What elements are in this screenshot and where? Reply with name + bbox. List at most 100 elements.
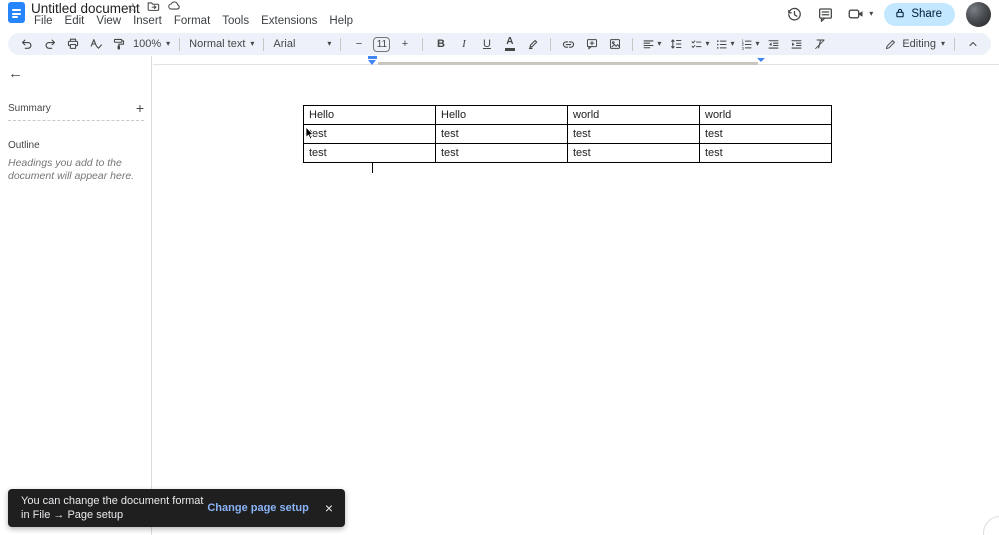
toolbar-divider: [954, 38, 955, 51]
spell-check-icon[interactable]: [87, 35, 104, 53]
menu-view[interactable]: View: [90, 14, 127, 28]
header-right-actions: ▾ Share: [784, 0, 991, 28]
underline-button[interactable]: U: [478, 35, 495, 53]
table-cell[interactable]: world: [700, 106, 832, 125]
left-indent-marker[interactable]: [368, 60, 376, 65]
zoom-value: 100%: [133, 38, 161, 50]
text-color-glyph: A: [506, 37, 513, 47]
table-row: test test test test: [304, 125, 832, 144]
close-sidebar-arrow-icon[interactable]: ←: [8, 66, 23, 82]
table-cell[interactable]: test: [568, 144, 700, 163]
page-setup-toast: You can change the document format in Fi…: [8, 489, 345, 527]
hide-menus-button[interactable]: [964, 35, 981, 53]
redo-icon[interactable]: [41, 35, 58, 53]
table-cell[interactable]: world: [568, 106, 700, 125]
insert-link-icon[interactable]: [560, 35, 577, 53]
summary-section: Summary +: [8, 101, 144, 115]
menu-extensions[interactable]: Extensions: [255, 14, 323, 28]
menu-format[interactable]: Format: [168, 14, 216, 28]
increase-font-size-button[interactable]: +: [396, 35, 413, 53]
explore-button[interactable]: [983, 516, 999, 535]
outline-empty-hint: Headings you add to the document will ap…: [8, 157, 144, 183]
table-cell[interactable]: test: [700, 144, 832, 163]
text-color-button[interactable]: A: [501, 35, 518, 53]
account-avatar[interactable]: [966, 2, 991, 27]
table-cell[interactable]: test: [436, 125, 568, 144]
bold-button[interactable]: B: [432, 35, 449, 53]
svg-text:3: 3: [742, 45, 745, 50]
toast-message: You can change the document format in Fi…: [21, 494, 207, 522]
sidebar-divider: [8, 120, 144, 121]
text-cursor: [372, 163, 373, 173]
outline-sidebar: ← Summary + Outline Headings you add to …: [0, 56, 152, 535]
version-history-icon[interactable]: [784, 4, 804, 24]
toolbar-divider: [179, 38, 180, 51]
comments-icon[interactable]: [815, 4, 835, 24]
paragraph-style-select[interactable]: Normal text ▾: [189, 38, 254, 50]
change-page-setup-button[interactable]: Change page setup: [207, 502, 308, 514]
first-line-indent-marker[interactable]: [368, 56, 377, 59]
italic-button[interactable]: I: [455, 35, 472, 53]
editing-mode-label: Editing: [902, 38, 936, 50]
paint-format-icon[interactable]: [110, 35, 127, 53]
chevron-down-icon: ▾: [705, 40, 709, 48]
toolbar-divider: [340, 38, 341, 51]
outline-label: Outline: [8, 140, 40, 151]
table-cell[interactable]: test: [304, 144, 436, 163]
join-call-control[interactable]: ▾: [846, 4, 873, 24]
font-select[interactable]: Arial ▾: [273, 38, 331, 50]
line-spacing-icon[interactable]: [667, 35, 684, 53]
menu-bar: File Edit View Insert Format Tools Exten…: [28, 14, 359, 28]
checklist-control[interactable]: ▾: [690, 35, 709, 53]
summary-label: Summary: [8, 103, 51, 114]
docs-logo-icon[interactable]: [8, 2, 25, 23]
mouse-pointer-icon: [305, 126, 317, 141]
numbered-list-control[interactable]: 1 2 3 ▾: [740, 35, 759, 53]
table-row: Hello Hello world world: [304, 106, 832, 125]
table-cell[interactable]: test: [304, 125, 436, 144]
toolbar-divider: [422, 38, 423, 51]
chevron-down-icon: ▾: [941, 40, 945, 48]
menu-insert[interactable]: Insert: [127, 14, 168, 28]
table-cell[interactable]: Hello: [304, 106, 436, 125]
table-cell[interactable]: test: [700, 125, 832, 144]
undo-icon[interactable]: [18, 35, 35, 53]
menu-help[interactable]: Help: [323, 14, 359, 28]
menu-file[interactable]: File: [28, 14, 59, 28]
paragraph-style-value: Normal text: [189, 38, 245, 50]
table-cell[interactable]: test: [568, 125, 700, 144]
toolbar-divider: [550, 38, 551, 51]
align-left-control[interactable]: ▾: [642, 35, 661, 53]
table-cell[interactable]: test: [436, 144, 568, 163]
menu-tools[interactable]: Tools: [216, 14, 255, 28]
decrease-indent-icon[interactable]: [765, 35, 782, 53]
menu-edit[interactable]: Edit: [59, 14, 91, 28]
add-comment-icon[interactable]: [583, 35, 600, 53]
close-icon[interactable]: ×: [325, 501, 333, 515]
font-value: Arial: [273, 38, 295, 50]
google-docs-window: Untitled document ☆ File Edit View Inser…: [0, 0, 999, 535]
video-camera-icon[interactable]: [846, 4, 866, 24]
chevron-down-icon[interactable]: ▾: [869, 10, 873, 18]
table-cell[interactable]: Hello: [436, 106, 568, 125]
toolbar: 100% ▾ Normal text ▾ Arial ▾ − 11 + B I …: [8, 33, 991, 55]
right-indent-marker[interactable]: [757, 58, 765, 62]
increase-indent-icon[interactable]: [788, 35, 805, 53]
chevron-down-icon: ▾: [657, 40, 661, 48]
insert-image-icon[interactable]: [606, 35, 623, 53]
share-button[interactable]: Share: [884, 3, 955, 26]
font-size-input[interactable]: 11: [373, 37, 390, 52]
decrease-font-size-button[interactable]: −: [350, 35, 367, 53]
document-table[interactable]: Hello Hello world world test test test t…: [303, 105, 832, 163]
share-button-label: Share: [911, 8, 942, 20]
highlight-color-icon[interactable]: [524, 35, 541, 53]
add-summary-button[interactable]: +: [136, 101, 144, 115]
toolbar-divider: [263, 38, 264, 51]
print-icon[interactable]: [64, 35, 81, 53]
zoom-select[interactable]: 100% ▾: [133, 38, 170, 50]
editing-mode-select[interactable]: Editing ▾: [884, 38, 945, 51]
clear-formatting-icon[interactable]: [811, 35, 828, 53]
table-row: test test test test: [304, 144, 832, 163]
header-bar: Untitled document ☆ File Edit View Inser…: [0, 0, 999, 30]
bulleted-list-control[interactable]: ▾: [715, 35, 734, 53]
